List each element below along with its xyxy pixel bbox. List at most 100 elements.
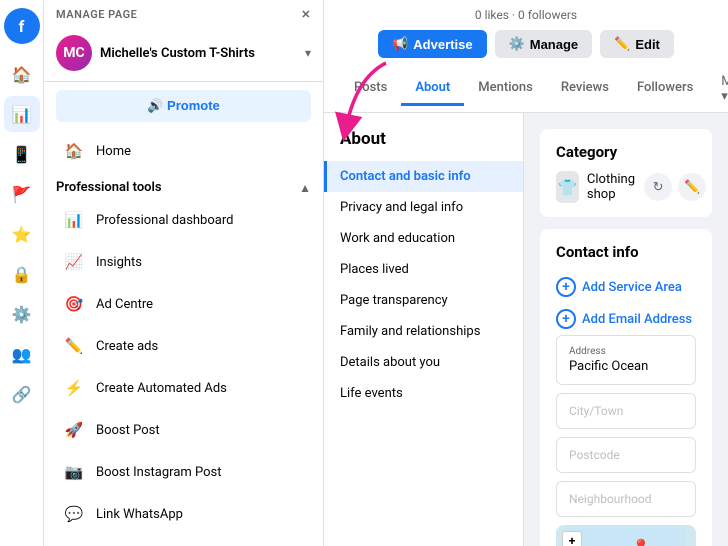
about-menu-privacy[interactable]: Privacy and legal info: [324, 192, 523, 223]
about-menu-transparency[interactable]: Page transparency: [324, 285, 523, 316]
page-stats-row: 0 likes · 0 followers: [340, 0, 712, 26]
home-sidebar-icon[interactable]: 🏠: [4, 56, 40, 92]
about-menu-life[interactable]: Life events: [324, 378, 523, 409]
nav-item-create-ads[interactable]: ✏️ Create ads: [50, 326, 317, 366]
icon-sidebar: f 🏠 📊 📱 🚩 ⭐ 🔒 ⚙️ 👥 🔗: [0, 0, 44, 546]
about-menu-work[interactable]: Work and education: [324, 223, 523, 254]
about-menu-details[interactable]: Details about you: [324, 347, 523, 378]
flag-sidebar-icon[interactable]: 🚩: [4, 176, 40, 212]
close-icon[interactable]: ✕: [301, 8, 311, 21]
tab-reviews[interactable]: Reviews: [547, 72, 623, 106]
nav-item-link-whatsapp[interactable]: 💬 Link WhatsApp: [50, 494, 317, 534]
nav-label-ad-centre: Ad Centre: [96, 297, 153, 312]
nav-item-boost-instagram[interactable]: 📷 Boost Instagram Post: [50, 452, 317, 492]
advertise-icon: 📢: [392, 36, 408, 52]
nav-label-insights: Insights: [96, 255, 142, 270]
about-left-panel: About Contact and basic info Privacy and…: [324, 113, 524, 546]
manage-page-label: Manage Page: [56, 8, 137, 21]
right-content: 0 likes · 0 followers 📢 Advertise ⚙️ Man…: [324, 0, 728, 546]
nav-item-meta-business[interactable]: 💼 Meta Business Suite ↗: [50, 536, 317, 546]
tab-mentions[interactable]: Mentions: [464, 72, 547, 106]
add-email-icon: +: [556, 309, 576, 329]
nav-item-ad-centre[interactable]: 🎯 Ad Centre: [50, 284, 317, 324]
refresh-icon[interactable]: ↻: [644, 173, 672, 201]
chart-sidebar-icon[interactable]: 📊: [4, 96, 40, 132]
city-field[interactable]: City/Town: [556, 393, 696, 429]
content-area: About Contact and basic info Privacy and…: [324, 113, 728, 546]
tab-about[interactable]: About: [401, 72, 464, 106]
boost-post-icon: 🚀: [62, 418, 86, 442]
link-sidebar-icon[interactable]: 🔗: [4, 376, 40, 412]
category-left: 👕 Clothing shop: [556, 171, 644, 203]
nav-item-create-automated-ads[interactable]: ⚡ Create Automated Ads: [50, 368, 317, 408]
address-value: Pacific Ocean: [569, 359, 683, 374]
avatar: MC: [56, 35, 92, 71]
professional-tools-header: Professional tools ▲: [44, 172, 323, 199]
tab-followers[interactable]: Followers: [623, 72, 707, 106]
map-container: + − 📍: [556, 525, 696, 546]
chevron-down-icon[interactable]: ▾: [305, 46, 311, 60]
zoom-in-button[interactable]: +: [562, 531, 582, 546]
nav-item-boost-post[interactable]: 🚀 Boost Post: [50, 410, 317, 450]
nav-item-insights[interactable]: 📈 Insights: [50, 242, 317, 282]
page-nav-tabs: Posts About Mentions Reviews Followers M…: [340, 66, 712, 112]
contact-title: Contact info: [556, 243, 696, 261]
ad-centre-icon: 🎯: [62, 292, 86, 316]
about-menu-family[interactable]: Family and relationships: [324, 316, 523, 347]
manage-page-title-bar: Manage Page ✕: [44, 0, 323, 25]
page-header: MC Michelle's Custom T-Shirts ▾: [44, 25, 323, 82]
shield-sidebar-icon[interactable]: 🔒: [4, 256, 40, 292]
city-placeholder: City/Town: [569, 404, 623, 418]
edit-category-icon[interactable]: ✏️: [678, 173, 706, 201]
nav-item-home[interactable]: 🏠 Home: [50, 131, 317, 171]
about-menu-contact[interactable]: Contact and basic info: [324, 161, 523, 192]
manage-icon: ⚙️: [509, 36, 525, 52]
section-label: Professional tools: [56, 180, 162, 195]
manage-label: Manage: [530, 37, 578, 52]
left-panel: Manage Page ✕ MC Michelle's Custom T-Shi…: [44, 0, 324, 546]
manage-button[interactable]: ⚙️ Manage: [495, 30, 593, 58]
pencil-icon: ✏️: [614, 36, 630, 52]
nav-label-boost-post: Boost Post: [96, 423, 160, 438]
add-email-link[interactable]: + Add Email Address: [556, 303, 696, 335]
star-sidebar-icon[interactable]: ⭐: [4, 216, 40, 252]
page-stats: 0 likes · 0 followers: [475, 8, 577, 22]
about-right-panel: Category 👕 Clothing shop ↻ ✏️ Contact: [524, 113, 728, 546]
tab-posts[interactable]: Posts: [340, 72, 401, 106]
postcode-field[interactable]: Postcode: [556, 437, 696, 473]
advertise-button[interactable]: 📢 Advertise: [378, 30, 486, 58]
instagram-icon: 📷: [62, 460, 86, 484]
contact-card: Contact info + Add Service Area + Add Em…: [540, 229, 712, 546]
category-value: Clothing shop: [587, 172, 644, 202]
insights-icon: 📈: [62, 250, 86, 274]
automated-ads-icon: ⚡: [62, 376, 86, 400]
promote-button[interactable]: 🔊 Promote: [56, 90, 311, 122]
about-section-title: About: [324, 129, 523, 161]
edit-button[interactable]: ✏️ Edit: [600, 30, 674, 58]
tab-more[interactable]: More ▾: [707, 66, 728, 112]
home-icon: 🏠: [62, 139, 86, 163]
add-service-label: Add Service Area: [582, 280, 682, 295]
apps-sidebar-icon[interactable]: ⚙️: [4, 296, 40, 332]
postcode-placeholder: Postcode: [569, 448, 620, 462]
nav-label-create-ads: Create ads: [96, 339, 158, 354]
add-service-area-link[interactable]: + Add Service Area: [556, 271, 696, 303]
facebook-icon[interactable]: f: [4, 8, 40, 44]
category-icon: 👕: [556, 171, 579, 203]
nav-label-home: Home: [96, 144, 131, 159]
whatsapp-icon: 💬: [62, 502, 86, 526]
map-controls: + −: [562, 531, 582, 546]
add-service-icon: +: [556, 277, 576, 297]
page-actions-row: 📢 Advertise ⚙️ Manage ✏️ Edit: [340, 26, 712, 66]
people-sidebar-icon[interactable]: 👥: [4, 336, 40, 372]
add-email-label: Add Email Address: [582, 312, 692, 327]
nav-item-professional-dashboard[interactable]: 📊 Professional dashboard: [50, 200, 317, 240]
about-menu-places[interactable]: Places lived: [324, 254, 523, 285]
phone-sidebar-icon[interactable]: 📱: [4, 136, 40, 172]
address-field[interactable]: Address Pacific Ocean: [556, 335, 696, 385]
neighbourhood-field[interactable]: Neighbourhood: [556, 481, 696, 517]
chevron-up-icon[interactable]: ▲: [299, 181, 311, 195]
category-actions: ↻ ✏️: [644, 173, 706, 201]
create-ads-icon: ✏️: [62, 334, 86, 358]
page-top-bar: 0 likes · 0 followers 📢 Advertise ⚙️ Man…: [324, 0, 728, 113]
